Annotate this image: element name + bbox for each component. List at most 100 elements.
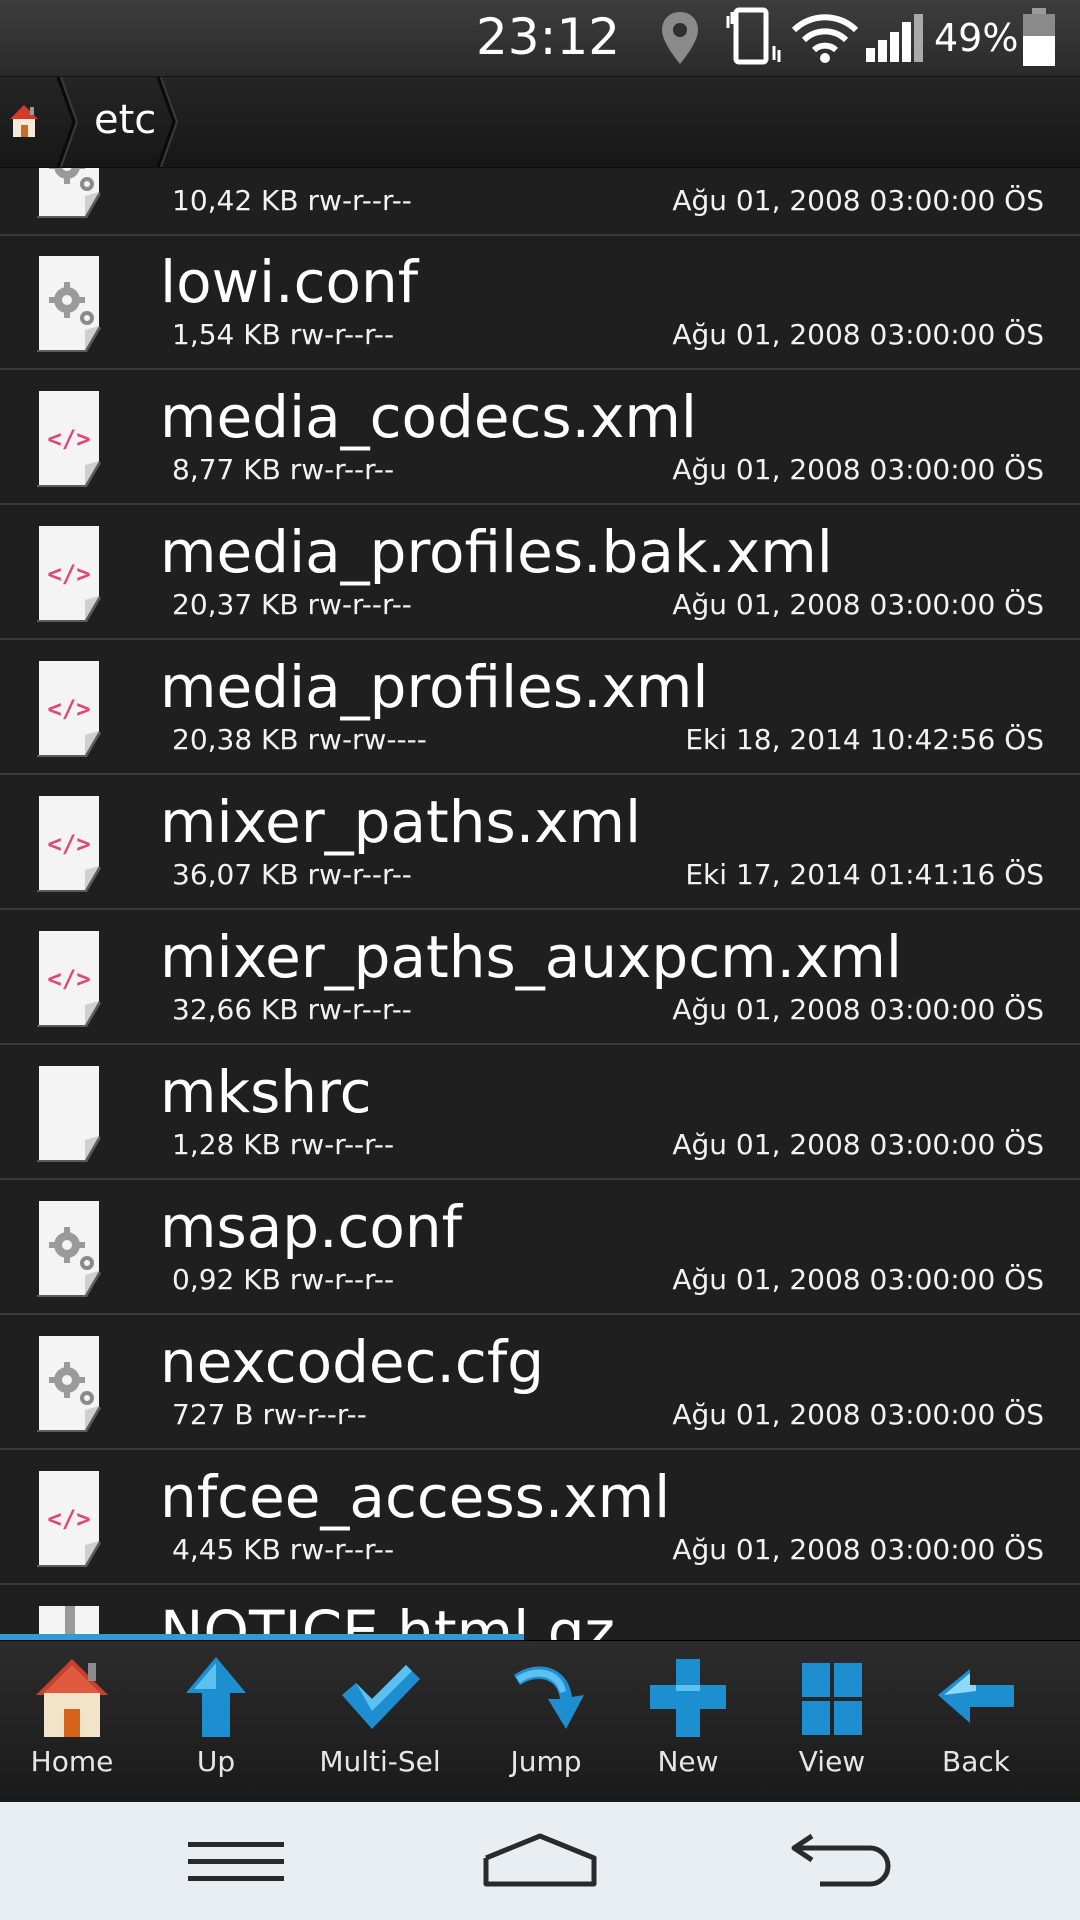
view-button[interactable]: View [762,1641,902,1803]
file-row[interactable]: mkshrc 1,28 KB rw-r--r-- Ağu 01, 2008 03… [0,1046,1080,1180]
xml-file-icon: </> [26,657,114,759]
gear-file-icon [26,252,114,354]
back-button[interactable]: Back [906,1641,1046,1803]
up-label: Up [196,1745,236,1778]
file-row[interactable]: </> media_profiles.bak.xml 20,37 KB rw-r… [0,506,1080,640]
toolbar: Home Up Multi-Sel Jump New View Back [0,1640,1080,1803]
checkmark-icon [342,1665,420,1729]
up-button[interactable]: Up [146,1641,286,1803]
file-name: mixer_paths.xml [160,788,642,856]
file-row[interactable]: lowi.conf 1,54 KB rw-r--r-- Ağu 01, 2008… [0,236,1080,370]
breadcrumb: etc [0,77,1080,169]
grid-icon [802,1663,862,1735]
file-date: Ağu 01, 2008 03:00:00 ÖS [672,1533,1044,1566]
file-meta: 1,54 KB rw-r--r-- [172,318,395,351]
file-date: Ağu 01, 2008 03:00:00 ÖS [672,993,1044,1026]
file-date: Eki 18, 2014 10:42:56 ÖS [685,723,1044,756]
jump-label: Jump [510,1745,582,1778]
home-icon [10,105,38,137]
back-label: Back [942,1745,1010,1778]
svg-text:</>: </> [47,695,90,723]
file-meta: 727 B rw-r--r-- [172,1398,367,1431]
status-bar: 23:12 49% [0,0,1080,77]
file-date: Ağu 01, 2008 03:00:00 ÖS [672,1263,1044,1296]
file-row[interactable]: </> mixer_paths.xml 36,07 KB rw-r--r-- E… [0,776,1080,910]
breadcrumb-etc[interactable]: etc [94,97,156,143]
menu-icon[interactable] [188,1838,284,1886]
file-meta: 1,28 KB rw-r--r-- [172,1128,395,1161]
multi-sel-button[interactable]: Multi-Sel [310,1641,450,1803]
home-label: Home [30,1745,114,1778]
wifi-icon [791,14,859,63]
file-name: lowi.conf [160,248,419,316]
file-row[interactable]: </> media_codecs.xml 8,77 KB rw-r--r-- A… [0,371,1080,505]
file-meta: 20,37 KB rw-r--r-- [172,588,412,621]
file-row[interactable]: </> mixer_paths_auxpcm.xml 32,66 KB rw-r… [0,911,1080,1045]
file-meta: 10,42 KB rw-r--r-- [172,184,412,217]
file-date: Eki 17, 2014 01:41:16 ÖS [685,858,1044,891]
file-date: Ağu 01, 2008 03:00:00 ÖS [672,1398,1044,1431]
file-date: Ağu 01, 2008 03:00:00 ÖS [672,588,1044,621]
up-arrow-icon [186,1657,246,1737]
file-meta: 8,77 KB rw-r--r-- [172,453,395,486]
file-row[interactable]: </> media_profiles.xml 20,38 KB rw-rw---… [0,641,1080,775]
jump-arrow-icon [514,1666,584,1729]
file-name: mixer_paths_auxpcm.xml [160,923,902,991]
file-date: Ağu 01, 2008 03:00:00 ÖS [672,184,1044,217]
svg-text:</>: </> [47,1505,90,1533]
xml-file-icon: </> [26,387,114,489]
file-meta: 0,92 KB rw-r--r-- [172,1263,395,1296]
file-date: Ağu 01, 2008 03:00:00 ÖS [672,1128,1044,1161]
file-row[interactable]: </> nfcee_access.xml 4,45 KB rw-r--r-- A… [0,1451,1080,1585]
signal-icon [866,14,923,62]
vibrate-icon [726,7,781,65]
file-name: media_profiles.xml [160,653,709,721]
house-icon [36,1659,108,1737]
svg-text:</>: </> [47,830,90,858]
svg-text:</>: </> [47,425,90,453]
home-nav-icon[interactable] [482,1832,598,1890]
file-row[interactable]: 10,42 KB rw-r--r-- Ağu 01, 2008 03:00:00… [0,168,1080,236]
view-label: View [798,1745,866,1778]
breadcrumb-home[interactable] [0,77,58,167]
file-row[interactable]: msap.conf 0,92 KB rw-r--r-- Ağu 01, 2008… [0,1181,1080,1315]
xml-file-icon: </> [26,1467,114,1569]
location-icon [662,12,698,64]
svg-text:</>: </> [47,560,90,588]
file-meta: 20,38 KB rw-rw---- [172,723,427,756]
file-name: media_profiles.bak.xml [160,518,833,586]
file-name: nexcodec.cfg [160,1328,545,1396]
file-meta: 4,45 KB rw-r--r-- [172,1533,395,1566]
file-date: Ağu 01, 2008 03:00:00 ÖS [672,318,1044,351]
blank-file-icon [26,1062,114,1164]
gear-file-icon [26,1197,114,1299]
file-meta: 32,66 KB rw-r--r-- [172,993,412,1026]
file-name: nfcee_access.xml [160,1463,671,1531]
multi-sel-label: Multi-Sel [319,1745,441,1778]
gear-file-icon [26,168,114,220]
gear-file-icon [26,1332,114,1434]
file-meta: 36,07 KB rw-r--r-- [172,858,412,891]
navigation-bar [0,1802,1080,1920]
status-time: 23:12 [476,8,621,66]
jump-button[interactable]: Jump [476,1641,616,1803]
back-nav-icon[interactable] [790,1832,896,1890]
file-name: media_codecs.xml [160,383,698,451]
file-date: Ağu 01, 2008 03:00:00 ÖS [672,453,1044,486]
new-button[interactable]: New [618,1641,758,1803]
xml-file-icon: </> [26,792,114,894]
home-button[interactable]: Home [2,1641,142,1803]
plus-icon [650,1659,726,1737]
file-name: mkshrc [160,1058,372,1126]
battery-percent: 49% [934,16,1019,60]
battery-icon [1023,8,1055,66]
file-row[interactable]: nexcodec.cfg 727 B rw-r--r-- Ağu 01, 200… [0,1316,1080,1450]
new-label: New [657,1745,719,1778]
xml-file-icon: </> [26,522,114,624]
xml-file-icon: </> [26,927,114,1029]
file-row[interactable]: NOTICE.html.gz [0,1586,1080,1640]
back-arrow-icon [938,1669,1014,1723]
file-list[interactable]: 10,42 KB rw-r--r-- Ağu 01, 2008 03:00:00… [0,168,1080,1640]
breadcrumb-separator [56,77,78,167]
file-name: msap.conf [160,1193,463,1261]
